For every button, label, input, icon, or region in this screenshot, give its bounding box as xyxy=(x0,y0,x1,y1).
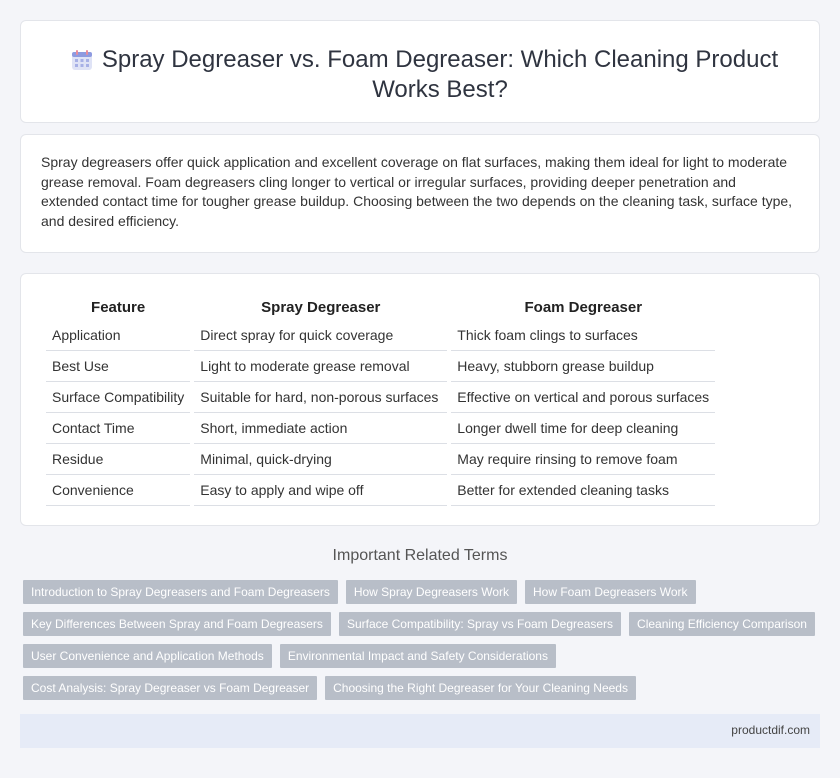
table-row: Best Use Light to moderate grease remova… xyxy=(46,351,716,382)
related-term-tag[interactable]: Cost Analysis: Spray Degreaser vs Foam D… xyxy=(23,676,318,700)
related-term-tag[interactable]: Surface Compatibility: Spray vs Foam Deg… xyxy=(338,612,622,636)
comparison-table: Feature Spray Degreaser Foam Degreaser A… xyxy=(42,296,719,506)
table-row: Surface Compatibility Suitable for hard,… xyxy=(46,382,716,413)
spray-cell: Short, immediate action xyxy=(194,413,448,444)
footer-bar: productdif.com xyxy=(20,714,820,748)
site-name[interactable]: productdif.com xyxy=(731,723,810,737)
intro-card: Spray degreasers offer quick application… xyxy=(20,134,820,253)
title-card: Spray Degreaser vs. Foam Degreaser: Whic… xyxy=(20,20,820,123)
related-term-tag[interactable]: Cleaning Efficiency Comparison xyxy=(629,612,815,636)
foam-cell: May require rinsing to remove foam xyxy=(451,444,716,475)
related-term-tag[interactable]: Key Differences Between Spray and Foam D… xyxy=(23,612,331,636)
related-term-tag[interactable]: Introduction to Spray Degreasers and Foa… xyxy=(23,580,338,604)
header-spray: Spray Degreaser xyxy=(261,298,381,316)
related-term-tag[interactable]: How Spray Degreasers Work xyxy=(345,580,517,604)
foam-cell: Thick foam clings to surfaces xyxy=(451,320,716,351)
table-row: Contact Time Short, immediate action Lon… xyxy=(46,413,716,444)
spray-cell: Minimal, quick-drying xyxy=(194,444,448,475)
table-row: Convenience Easy to apply and wipe off B… xyxy=(46,475,716,506)
feature-cell: Convenience xyxy=(46,475,191,506)
spray-cell: Suitable for hard, non-porous surfaces xyxy=(194,382,448,413)
spray-cell: Easy to apply and wipe off xyxy=(194,475,448,506)
table-row: Residue Minimal, quick-drying May requir… xyxy=(46,444,716,475)
related-term-tag[interactable]: User Convenience and Application Methods xyxy=(23,644,272,668)
foam-cell: Longer dwell time for deep cleaning xyxy=(451,413,716,444)
feature-cell: Contact Time xyxy=(46,413,191,444)
foam-cell: Effective on vertical and porous surface… xyxy=(451,382,716,413)
related-terms-list: Introduction to Spray Degreasers and Foa… xyxy=(23,580,815,708)
feature-cell: Application xyxy=(46,320,191,351)
feature-cell: Best Use xyxy=(46,351,191,382)
header-feature: Feature xyxy=(91,298,146,316)
spray-cell: Light to moderate grease removal xyxy=(194,351,448,382)
comparison-card: Feature Spray Degreaser Foam Degreaser A… xyxy=(20,273,820,526)
related-terms-heading: Important Related Terms xyxy=(332,547,508,564)
intro-paragraph: Spray degreasers offer quick application… xyxy=(41,154,793,229)
feature-cell: Residue xyxy=(46,444,191,475)
table-row: Application Direct spray for quick cover… xyxy=(46,320,716,351)
foam-cell: Better for extended cleaning tasks xyxy=(451,475,716,506)
spray-cell: Direct spray for quick coverage xyxy=(194,320,448,351)
table-header-row: Feature Spray Degreaser Foam Degreaser xyxy=(46,296,715,320)
related-term-tag[interactable]: How Foam Degreasers Work xyxy=(525,580,696,604)
foam-cell: Heavy, stubborn grease buildup xyxy=(451,351,716,382)
feature-cell: Surface Compatibility xyxy=(46,382,191,413)
related-term-tag[interactable]: Choosing the Right Degreaser for Your Cl… xyxy=(325,676,636,700)
page-title: Spray Degreaser vs. Foam Degreaser: Whic… xyxy=(101,46,779,103)
related-term-tag[interactable]: Environmental Impact and Safety Consider… xyxy=(279,644,556,668)
header-foam: Foam Degreaser xyxy=(524,298,643,316)
